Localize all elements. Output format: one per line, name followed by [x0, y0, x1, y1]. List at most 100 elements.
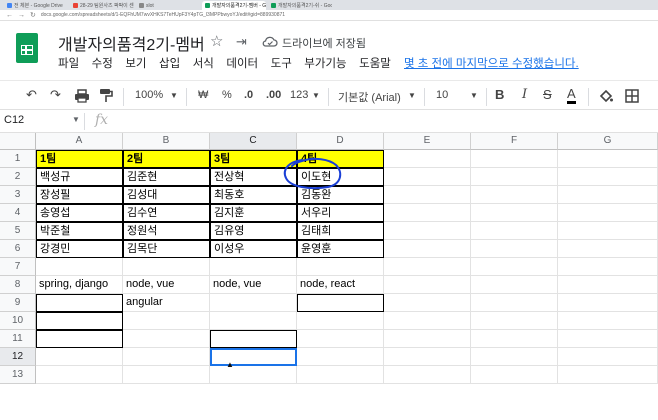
- cell[interactable]: [384, 330, 471, 348]
- cell[interactable]: [210, 366, 297, 384]
- cell[interactable]: [123, 366, 210, 384]
- browser-url-bar[interactable]: ← → ↻ docs.google.com/spreadsheets/d/1-E…: [0, 10, 658, 21]
- member-cell[interactable]: 장성필: [36, 186, 123, 204]
- cell[interactable]: [471, 168, 558, 186]
- cell[interactable]: [471, 222, 558, 240]
- decrease-decimal-button[interactable]: .0: [244, 89, 253, 101]
- cell[interactable]: [384, 204, 471, 222]
- paint-format-icon[interactable]: [99, 88, 113, 104]
- zoom-dropdown-icon[interactable]: ▼: [170, 91, 178, 100]
- tech-stack-cell[interactable]: spring, django: [36, 276, 123, 294]
- member-cell[interactable]: 정원석: [123, 222, 210, 240]
- empty-bordered-cell[interactable]: [36, 312, 123, 330]
- menu-item[interactable]: 부가기능: [304, 55, 346, 71]
- cell[interactable]: [297, 258, 384, 276]
- menu-item[interactable]: 도움말: [359, 55, 391, 71]
- name-box[interactable]: C12: [4, 114, 24, 126]
- member-cell[interactable]: 김성대: [123, 186, 210, 204]
- cell[interactable]: [471, 276, 558, 294]
- cell[interactable]: [384, 168, 471, 186]
- cell[interactable]: [36, 348, 123, 366]
- member-cell[interactable]: 박준철: [36, 222, 123, 240]
- browser-tab[interactable]: 개발자의품격2기-쉬 - Google 스: [268, 1, 332, 10]
- cell[interactable]: [558, 276, 658, 294]
- cell[interactable]: [384, 240, 471, 258]
- font-select[interactable]: 기본값 (Arial): [338, 89, 401, 105]
- last-edit-link[interactable]: 몇 초 전에 마지막으로 수정했습니다.: [404, 55, 579, 71]
- row-header[interactable]: 4: [0, 204, 36, 222]
- cell[interactable]: [558, 258, 658, 276]
- row-header[interactable]: 9: [0, 294, 36, 312]
- text-color-button[interactable]: A: [567, 87, 576, 104]
- team-header-cell[interactable]: 2팀: [123, 150, 210, 168]
- cell[interactable]: [471, 348, 558, 366]
- menu-item[interactable]: 도구: [271, 55, 292, 71]
- cell[interactable]: [297, 330, 384, 348]
- cell[interactable]: [384, 222, 471, 240]
- cell[interactable]: [384, 294, 471, 312]
- cell[interactable]: [210, 294, 297, 312]
- cell[interactable]: [384, 312, 471, 330]
- percent-format-button[interactable]: %: [222, 89, 232, 101]
- cell[interactable]: [558, 366, 658, 384]
- row-header[interactable]: 5: [0, 222, 36, 240]
- url-text[interactable]: docs.google.com/spreadsheets/d/1-EQFhUM7…: [41, 12, 341, 18]
- sheets-logo-icon[interactable]: [16, 33, 38, 63]
- cell[interactable]: [558, 222, 658, 240]
- row-header[interactable]: 13: [0, 366, 36, 384]
- cell[interactable]: [471, 366, 558, 384]
- empty-bordered-cell[interactable]: [36, 330, 123, 348]
- member-cell[interactable]: 김목단: [123, 240, 210, 258]
- cell[interactable]: [558, 240, 658, 258]
- cell[interactable]: [558, 348, 658, 366]
- member-cell[interactable]: 백성규: [36, 168, 123, 186]
- column-header[interactable]: A: [36, 133, 123, 150]
- empty-bordered-cell[interactable]: [36, 294, 123, 312]
- cell[interactable]: [123, 348, 210, 366]
- cell[interactable]: [471, 294, 558, 312]
- increase-decimal-button[interactable]: .00: [266, 89, 281, 101]
- cell[interactable]: [123, 330, 210, 348]
- column-header[interactable]: E: [384, 133, 471, 150]
- font-size-select[interactable]: 10: [436, 89, 448, 101]
- tech-stack-cell[interactable]: node, vue: [210, 276, 297, 294]
- cell[interactable]: [471, 258, 558, 276]
- cell[interactable]: [210, 258, 297, 276]
- row-header[interactable]: 3: [0, 186, 36, 204]
- zoom-select[interactable]: 100%: [135, 89, 163, 101]
- member-cell[interactable]: 이성우: [210, 240, 297, 258]
- cell[interactable]: [384, 276, 471, 294]
- column-header[interactable]: D: [297, 133, 384, 150]
- member-cell[interactable]: 김유영: [210, 222, 297, 240]
- member-cell[interactable]: 김지훈: [210, 204, 297, 222]
- member-cell[interactable]: 김준현: [123, 168, 210, 186]
- member-cell[interactable]: 김태희: [297, 222, 384, 240]
- reload-icon[interactable]: ↻: [30, 11, 36, 19]
- print-icon[interactable]: [74, 89, 90, 103]
- row-header[interactable]: 6: [0, 240, 36, 258]
- cell[interactable]: [471, 330, 558, 348]
- font-size-dropdown-icon[interactable]: ▼: [470, 91, 478, 100]
- cell[interactable]: [36, 366, 123, 384]
- member-cell[interactable]: 김수연: [123, 204, 210, 222]
- forward-icon[interactable]: →: [18, 12, 25, 19]
- tech-stack-cell[interactable]: angular: [123, 294, 210, 312]
- cell[interactable]: [558, 204, 658, 222]
- strikethrough-button[interactable]: S: [543, 87, 552, 102]
- redo-icon[interactable]: ↷: [50, 87, 61, 103]
- cell[interactable]: [471, 240, 558, 258]
- cell[interactable]: [558, 312, 658, 330]
- back-icon[interactable]: ←: [6, 12, 13, 19]
- undo-icon[interactable]: ↶: [26, 87, 37, 103]
- row-header[interactable]: 2: [0, 168, 36, 186]
- currency-format-button[interactable]: ₩: [198, 89, 208, 101]
- row-header[interactable]: 1: [0, 150, 36, 168]
- browser-tab[interactable]: 28-29 팀원사즈 팍팍이 센: [70, 1, 134, 10]
- column-header[interactable]: F: [471, 133, 558, 150]
- number-format-dropdown-icon[interactable]: ▼: [312, 91, 320, 100]
- document-title[interactable]: 개발자의품격2기-멤버: [58, 31, 205, 55]
- menu-item[interactable]: 파일: [58, 55, 79, 71]
- menu-item[interactable]: 서식: [193, 55, 214, 71]
- number-format-button[interactable]: 123: [290, 89, 308, 101]
- cell[interactable]: [471, 312, 558, 330]
